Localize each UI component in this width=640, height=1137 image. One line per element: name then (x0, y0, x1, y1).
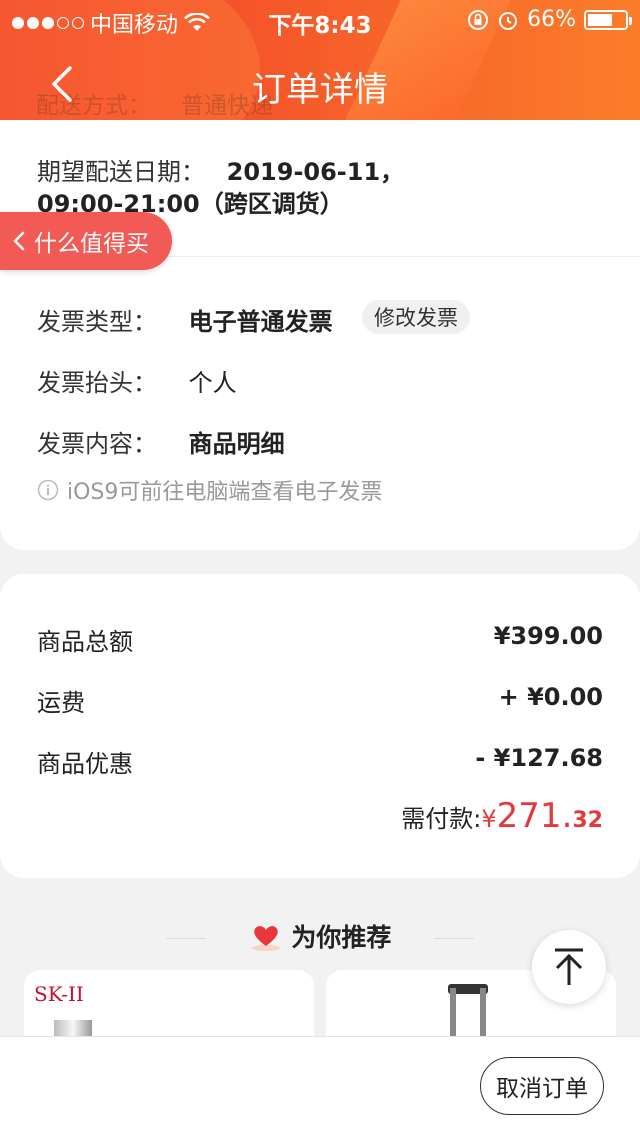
delivery-date-line1: 期望配送日期： 2019-06-11， (37, 158, 405, 186)
payable-amount: 需付款:¥271.32 (401, 796, 603, 836)
smzdm-back-button[interactable]: 什么值得买 (0, 212, 172, 270)
back-to-top-button[interactable] (532, 930, 606, 1004)
status-bar: 中国移动 下午8:43 66% (0, 0, 640, 40)
invoice-type: 发票类型： 电子普通发票 (37, 308, 333, 336)
cancel-order-button[interactable]: 取消订单 (480, 1057, 604, 1115)
header: 配送方式： 普通快递 中国移动 下午8:43 66% 订单详情 (0, 0, 640, 128)
amount-label: 商品总额 (37, 628, 133, 656)
order-info-card: 期望配送日期： 2019-06-11， 09:00-21:00（跨区调货） 发票… (0, 120, 640, 550)
heart-icon (251, 926, 280, 951)
amount-card: 商品总额 ¥399.00 运费 + ¥0.00 商品优惠 - ¥127.68 需… (0, 574, 640, 878)
amount-value: - ¥127.68 (475, 744, 603, 772)
brand-logo: SK-II (34, 982, 84, 1006)
invoice-title: 发票抬头： 个人 (37, 369, 237, 397)
amount-value: ¥399.00 (493, 622, 603, 650)
amount-label: 运费 (37, 689, 85, 717)
invoice-content: 发票内容： 商品明细 (37, 430, 285, 458)
chevron-left-icon (13, 231, 25, 251)
rotation-lock-icon (468, 9, 489, 30)
amount-value: + ¥0.00 (498, 683, 603, 711)
modify-invoice-button[interactable]: 修改发票 (362, 300, 470, 334)
alarm-icon (499, 11, 518, 30)
amount-label: 商品优惠 (37, 750, 133, 778)
battery-icon (584, 9, 632, 30)
bottom-bar: 取消订单 (0, 1036, 640, 1137)
arrow-up-icon (555, 948, 583, 985)
battery-percent: 66% (527, 7, 576, 32)
invoice-tip: iOS9可前往电脑端查看电子发票 (37, 474, 382, 506)
page-title: 订单详情 (252, 70, 388, 110)
info-icon (37, 479, 59, 501)
